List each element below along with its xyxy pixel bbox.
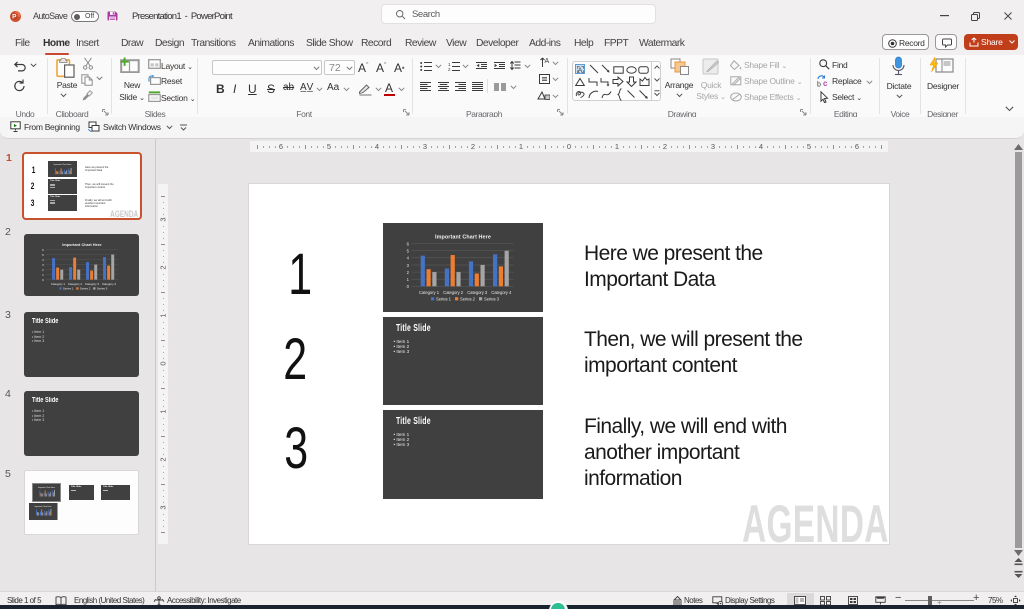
svg-text:Category 2: Category 2 [443,290,464,295]
svg-text:Important Chart Here: Important Chart Here [54,163,72,166]
svg-text:2: 2 [448,67,451,71]
svg-text:Category 4: Category 4 [491,290,512,295]
svg-text:Important Chart Here: Important Chart Here [435,235,491,241]
svg-text:Important Chart Here: Important Chart Here [38,486,55,489]
svg-text:A: A [545,58,550,65]
svg-text:Series 1: Series 1 [436,296,452,301]
svg-text:P: P [12,14,17,21]
svg-text:b: b [817,82,821,88]
svg-text:c: c [823,79,828,87]
svg-text:Series 3: Series 3 [484,296,500,301]
svg-text:Category 1: Category 1 [419,290,440,295]
svg-text:Important Chart Here: Important Chart Here [35,505,52,508]
svg-text:Series 2: Series 2 [460,296,476,301]
svg-text:Category 3: Category 3 [467,290,488,295]
